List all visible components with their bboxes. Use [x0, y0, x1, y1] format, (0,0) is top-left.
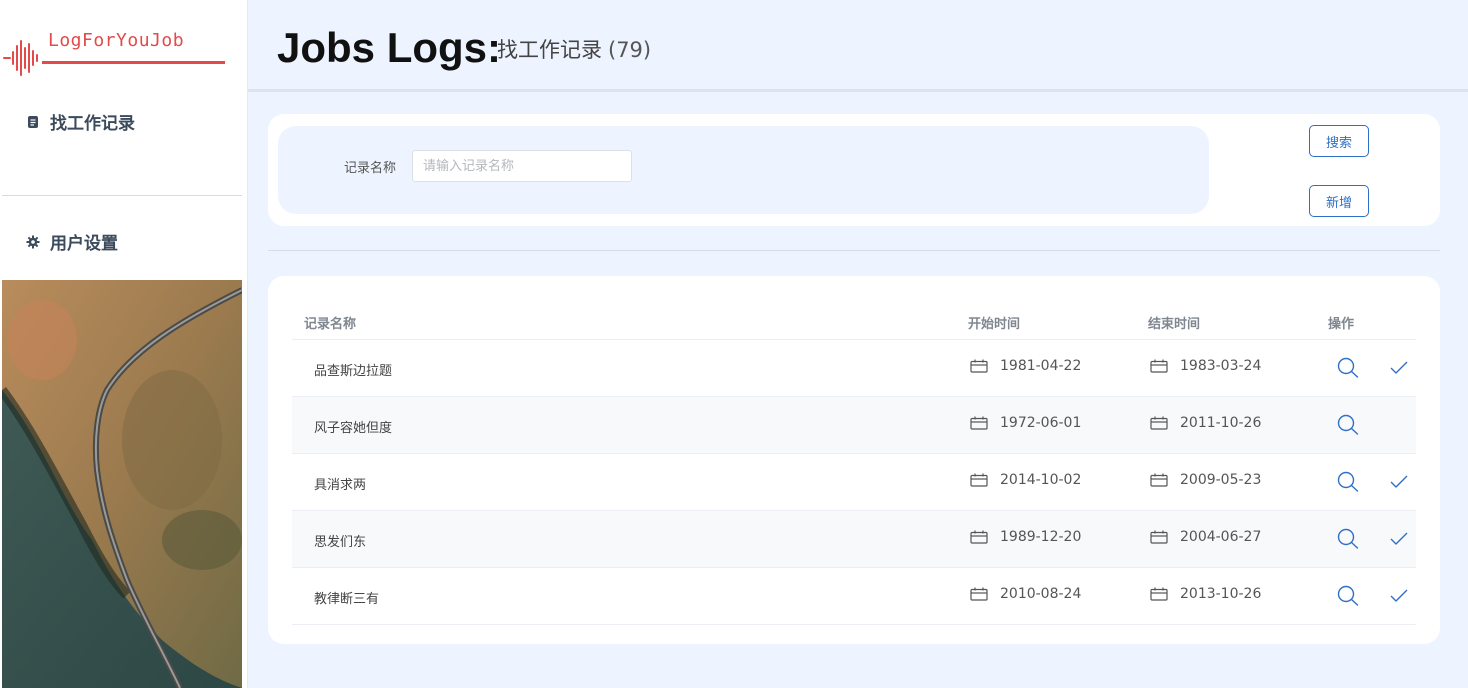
calendar-icon [970, 359, 988, 373]
brand-name: LogForYouJob [48, 30, 185, 51]
end-date: 2011-10-26 [1150, 415, 1261, 431]
search-icon [1337, 585, 1359, 606]
app-logo[interactable]: LogForYouJob [2, 22, 242, 82]
end-date: 1983-03-24 [1150, 358, 1261, 374]
sidebar-divider [2, 195, 242, 196]
record-name: 品查斯边拉题 [314, 364, 393, 379]
page-header: Jobs Logs: 找工作记录 (79) [248, 0, 1468, 92]
end-date-text: 2013-10-26 [1180, 586, 1262, 602]
record-count: (79) [608, 38, 652, 62]
check-icon [1390, 589, 1408, 602]
sound-wave-icon [3, 40, 38, 76]
check-icon [1390, 361, 1408, 374]
calendar-icon [1150, 587, 1168, 601]
start-date: 2010-08-24 [970, 586, 1081, 602]
start-date-text: 1972-06-01 [1000, 415, 1082, 431]
table-row[interactable]: 思发们东 1989-12-20 2004-06-27 [292, 511, 1416, 568]
end-date: 2009-05-23 [1150, 472, 1261, 488]
check-icon [1390, 475, 1408, 488]
search-input[interactable] [412, 150, 632, 182]
start-date-text: 1981-04-22 [1000, 358, 1082, 374]
start-date: 2014-10-02 [970, 472, 1081, 488]
search-button[interactable]: 搜索 [1309, 125, 1369, 157]
page-title: Jobs Logs: [277, 24, 502, 71]
search-icon [1337, 357, 1359, 378]
start-date: 1989-12-20 [970, 529, 1081, 545]
table-header: 记录名称 开始时间 结束时间 操作 [292, 306, 1416, 340]
search-form: 记录名称 [278, 126, 1209, 214]
search-panel: 记录名称 搜索 新增 [268, 114, 1440, 226]
start-date: 1981-04-22 [970, 358, 1081, 374]
page-subtitle: 找工作记录 (79) [497, 34, 651, 64]
gear-icon [26, 235, 40, 248]
sidebar: LogForYouJob 找工作记录 用户设置 [0, 0, 248, 688]
sidebar-item-job-records[interactable]: 找工作记录 [26, 109, 135, 134]
add-button[interactable]: 新增 [1309, 185, 1369, 217]
calendar-icon [1150, 473, 1168, 487]
section-divider [268, 250, 1440, 251]
view-record-button[interactable] [1336, 471, 1360, 497]
end-date-text: 2011-10-26 [1180, 415, 1262, 431]
calendar-icon [1150, 530, 1168, 544]
calendar-icon [1150, 359, 1168, 373]
column-header-name: 记录名称 [304, 317, 357, 332]
calendar-icon [970, 473, 988, 487]
calendar-icon [970, 530, 988, 544]
start-date-text: 1989-12-20 [1000, 529, 1082, 545]
sidebar-landscape-image [2, 280, 242, 688]
end-date: 2013-10-26 [1150, 586, 1261, 602]
end-date: 2004-06-27 [1150, 529, 1261, 545]
table-row[interactable]: 品查斯边拉题 1981-04-22 1983-03-24 [292, 340, 1416, 397]
start-date-text: 2010-08-24 [1000, 586, 1082, 602]
record-name: 风子容她但度 [314, 421, 393, 436]
view-record-button[interactable] [1336, 528, 1360, 554]
calendar-icon [1150, 416, 1168, 430]
view-record-button[interactable] [1336, 585, 1360, 611]
sidebar-item-label: 用户设置 [50, 234, 118, 254]
end-date-text: 2009-05-23 [1180, 472, 1262, 488]
table-body: 品查斯边拉题 1981-04-22 1983-03-24 风子容她但度 1972-06-… [292, 340, 1416, 625]
search-icon [1337, 414, 1359, 435]
end-date-text: 2004-06-27 [1180, 529, 1262, 545]
record-name: 思发们东 [314, 535, 367, 550]
search-icon [1337, 471, 1359, 492]
complete-record-button[interactable] [1389, 360, 1409, 380]
table-row[interactable]: 教律断三有 2010-08-24 2013-10-26 [292, 568, 1416, 625]
records-table: 记录名称 开始时间 结束时间 操作 品查斯边拉题 1981-04-22 1983-0… [268, 276, 1440, 644]
table-row[interactable]: 具消求两 2014-10-02 2009-05-23 [292, 454, 1416, 511]
page-subtitle-text: 找工作记录 [497, 38, 602, 62]
complete-record-button[interactable] [1389, 474, 1409, 494]
sidebar-item-user-settings[interactable]: 用户设置 [26, 229, 118, 254]
start-date-text: 2014-10-02 [1000, 472, 1082, 488]
brand-underline [42, 61, 225, 64]
column-header-start: 开始时间 [968, 317, 1021, 332]
column-header-end: 结束时间 [1148, 317, 1201, 332]
column-header-actions: 操作 [1328, 317, 1355, 332]
search-icon [1337, 528, 1359, 549]
complete-record-button[interactable] [1389, 531, 1409, 551]
view-record-button[interactable] [1336, 357, 1360, 383]
sidebar-item-label: 找工作记录 [50, 114, 135, 134]
start-date: 1972-06-01 [970, 415, 1081, 431]
document-icon [28, 115, 38, 128]
complete-record-button[interactable] [1389, 588, 1409, 608]
record-name: 教律断三有 [314, 592, 380, 607]
view-record-button[interactable] [1336, 414, 1360, 440]
table-row[interactable]: 风子容她但度 1972-06-01 2011-10-26 [292, 397, 1416, 454]
search-label: 记录名称 [344, 161, 397, 176]
calendar-icon [970, 587, 988, 601]
end-date-text: 1983-03-24 [1180, 358, 1262, 374]
check-icon [1390, 532, 1408, 545]
record-name: 具消求两 [314, 478, 367, 493]
calendar-icon [970, 416, 988, 430]
